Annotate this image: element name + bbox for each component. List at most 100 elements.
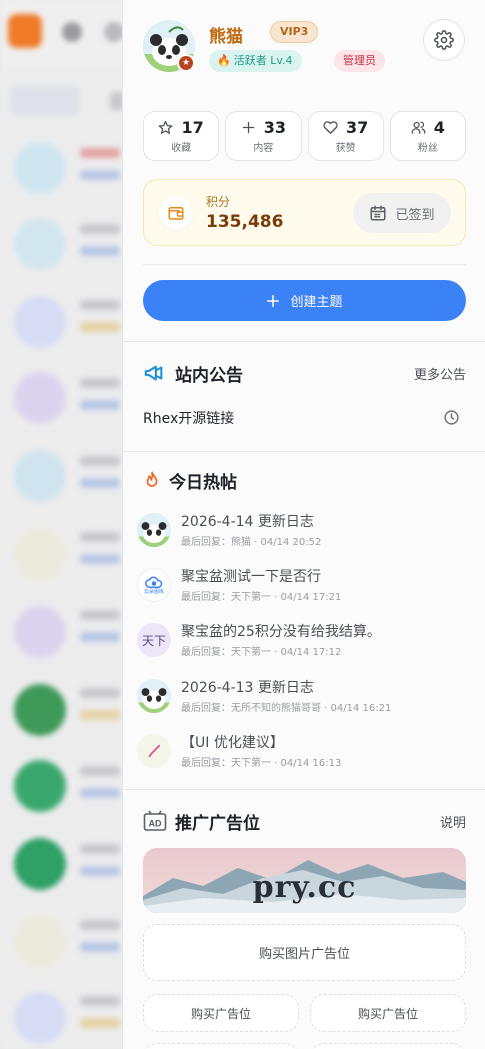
- hot-topic-item[interactable]: 2026-4-14 更新日志 最后回复：熊猫 · 04/14 20:52: [137, 511, 467, 555]
- section-title: 站内公告: [175, 365, 243, 386]
- buy-image-ad-label: 购买图片广告位: [258, 947, 350, 962]
- stat-content[interactable]: 33 内容: [225, 111, 302, 161]
- avatar: [137, 513, 171, 547]
- stat-likes[interactable]: 37 获赞: [307, 111, 384, 161]
- flame-icon: 🔥: [217, 54, 231, 67]
- background-avatar: [14, 142, 66, 194]
- background-logo: [8, 14, 42, 48]
- wallet-icon: [159, 196, 193, 230]
- avatar: [137, 734, 171, 768]
- stat-label: 收藏: [171, 143, 192, 154]
- settings-button[interactable]: [423, 19, 465, 61]
- ads-info-link[interactable]: 说明: [440, 812, 466, 831]
- checkin-button[interactable]: 已签到: [353, 193, 451, 233]
- ad-badge-text: AD: [149, 819, 162, 829]
- announcement-item[interactable]: Rhex开源链接: [143, 406, 466, 430]
- background-avatar: [14, 606, 66, 658]
- vip-badge: VIP3: [270, 21, 319, 43]
- announcement-title: Rhex开源链接: [143, 411, 235, 427]
- heart-icon: [323, 121, 338, 134]
- hot-topic-meta: 最后回复：熊猫 · 04/14 20:52: [181, 537, 322, 548]
- hot-topic-item[interactable]: 天下 聚宝盆的25积分没有给我结算。 最后回复：天下第一 · 04/14 17:…: [137, 621, 467, 665]
- stat-followers[interactable]: 4 粉丝: [389, 111, 466, 161]
- background-text: [80, 322, 120, 332]
- profile-header: ★ 熊猫 VIP3 🔥 活跃者 Lv.4 管理员: [143, 19, 466, 80]
- background-text: [80, 996, 120, 1006]
- users-icon: [411, 121, 426, 134]
- ad-banner[interactable]: pry.cc: [143, 848, 466, 913]
- background-text: [80, 532, 120, 542]
- section-title: 今日热帖: [169, 472, 237, 493]
- username[interactable]: 熊猫: [209, 22, 243, 47]
- avatar: 天下: [137, 623, 171, 657]
- background-avatar: [14, 218, 66, 270]
- hot-topic-item[interactable]: 云朵图库 聚宝盆测试一下是否行 最后回复：天下第一 · 04/14 17:21: [137, 566, 467, 610]
- hot-topic-meta: 最后回复：天下第一 · 04/14 17:21: [181, 592, 342, 603]
- fire-icon: [146, 471, 158, 487]
- stats-row: 17 收藏 33 内容 37 获赞 4 粉丝: [143, 111, 466, 161]
- ad-banner-text: pry.cc: [252, 870, 357, 905]
- hot-topic-meta: 最后回复：天下第一 · 04/14 16:13: [181, 758, 342, 769]
- hot-topic-title: 2026-4-13 更新日志: [181, 680, 314, 696]
- points-label: 积分: [206, 195, 231, 209]
- background-avatar: [14, 916, 66, 968]
- divider: [123, 451, 485, 452]
- background-avatar: [14, 760, 66, 812]
- stat-favorites[interactable]: 17 收藏: [143, 111, 220, 161]
- create-topic-button[interactable]: 创建主题: [143, 280, 466, 321]
- background-text: [80, 688, 120, 698]
- avatar: [137, 679, 171, 713]
- background-text: [80, 148, 120, 158]
- cloud-logo-icon: [145, 576, 163, 588]
- background-text: [80, 844, 120, 854]
- level-badge: 🔥 活跃者 Lv.4: [209, 50, 303, 72]
- plus-icon: [242, 121, 254, 134]
- background-avatar: [14, 838, 66, 890]
- background-text: [80, 456, 120, 466]
- level-label: 活跃者 Lv.4: [233, 54, 293, 67]
- role-badge: 管理员: [334, 50, 385, 72]
- points-value: 135,486: [206, 212, 284, 232]
- hot-topic-item[interactable]: 2026-4-13 更新日志 最后回复：无所不知的熊猫哥哥 · 04/14 16…: [137, 677, 467, 721]
- background-avatar: [14, 684, 66, 736]
- background-text: [80, 478, 120, 488]
- stat-value: 33: [263, 118, 286, 137]
- ad-icon: AD: [143, 810, 167, 831]
- avatar: 云朵图库: [137, 568, 171, 602]
- background-text: [80, 710, 120, 720]
- background-avatar: [14, 450, 66, 502]
- background-text: [80, 246, 120, 256]
- ads-header: AD 推广广告位 说明: [143, 808, 466, 834]
- avatar-text: 云朵图库: [143, 589, 164, 595]
- avatar-text: 天下: [141, 633, 166, 648]
- megaphone-icon: [144, 365, 163, 381]
- divider: [143, 264, 466, 265]
- hot-topic-title: 【UI 优化建议】: [181, 735, 284, 751]
- background-text: [80, 1018, 120, 1028]
- background-text: [80, 788, 120, 798]
- hot-topic-meta: 最后回复：天下第一 · 04/14 17:12: [181, 647, 342, 658]
- user-drawer: ★ 熊猫 VIP3 🔥 活跃者 Lv.4 管理员 17 收藏 33 内容 37 …: [122, 0, 485, 1049]
- background-text: [80, 920, 120, 930]
- background-text: [80, 942, 120, 952]
- hot-topic-meta: 最后回复：无所不知的熊猫哥哥 · 04/14 16:21: [181, 703, 392, 714]
- ad-slot-placeholder[interactable]: [310, 1043, 466, 1049]
- background-text: [80, 554, 120, 564]
- create-topic-label: 创建主题: [290, 295, 343, 310]
- buy-ad-button-right[interactable]: 购买广告位: [310, 994, 466, 1032]
- background-avatar: [14, 296, 66, 348]
- stat-label: 粉丝: [417, 143, 438, 154]
- more-announcements-link[interactable]: 更多公告: [414, 364, 466, 383]
- hot-topic-item[interactable]: 【UI 优化建议】 最后回复：天下第一 · 04/14 16:13: [137, 732, 467, 776]
- buy-ad-label: 购买广告位: [357, 1006, 418, 1021]
- background-grid-icon: [62, 22, 82, 42]
- avatar-star-badge-icon: ★: [177, 54, 195, 72]
- background-avatar: [14, 372, 66, 424]
- points-card: 积分 135,486 已签到: [143, 179, 466, 246]
- background-avatar: [14, 528, 66, 580]
- buy-image-ad-button[interactable]: 购买图片广告位: [143, 924, 466, 981]
- buy-ad-button-left[interactable]: 购买广告位: [143, 994, 299, 1032]
- calendar-icon: [370, 205, 386, 221]
- background-text: [80, 170, 120, 180]
- ad-slot-placeholder[interactable]: [143, 1043, 299, 1049]
